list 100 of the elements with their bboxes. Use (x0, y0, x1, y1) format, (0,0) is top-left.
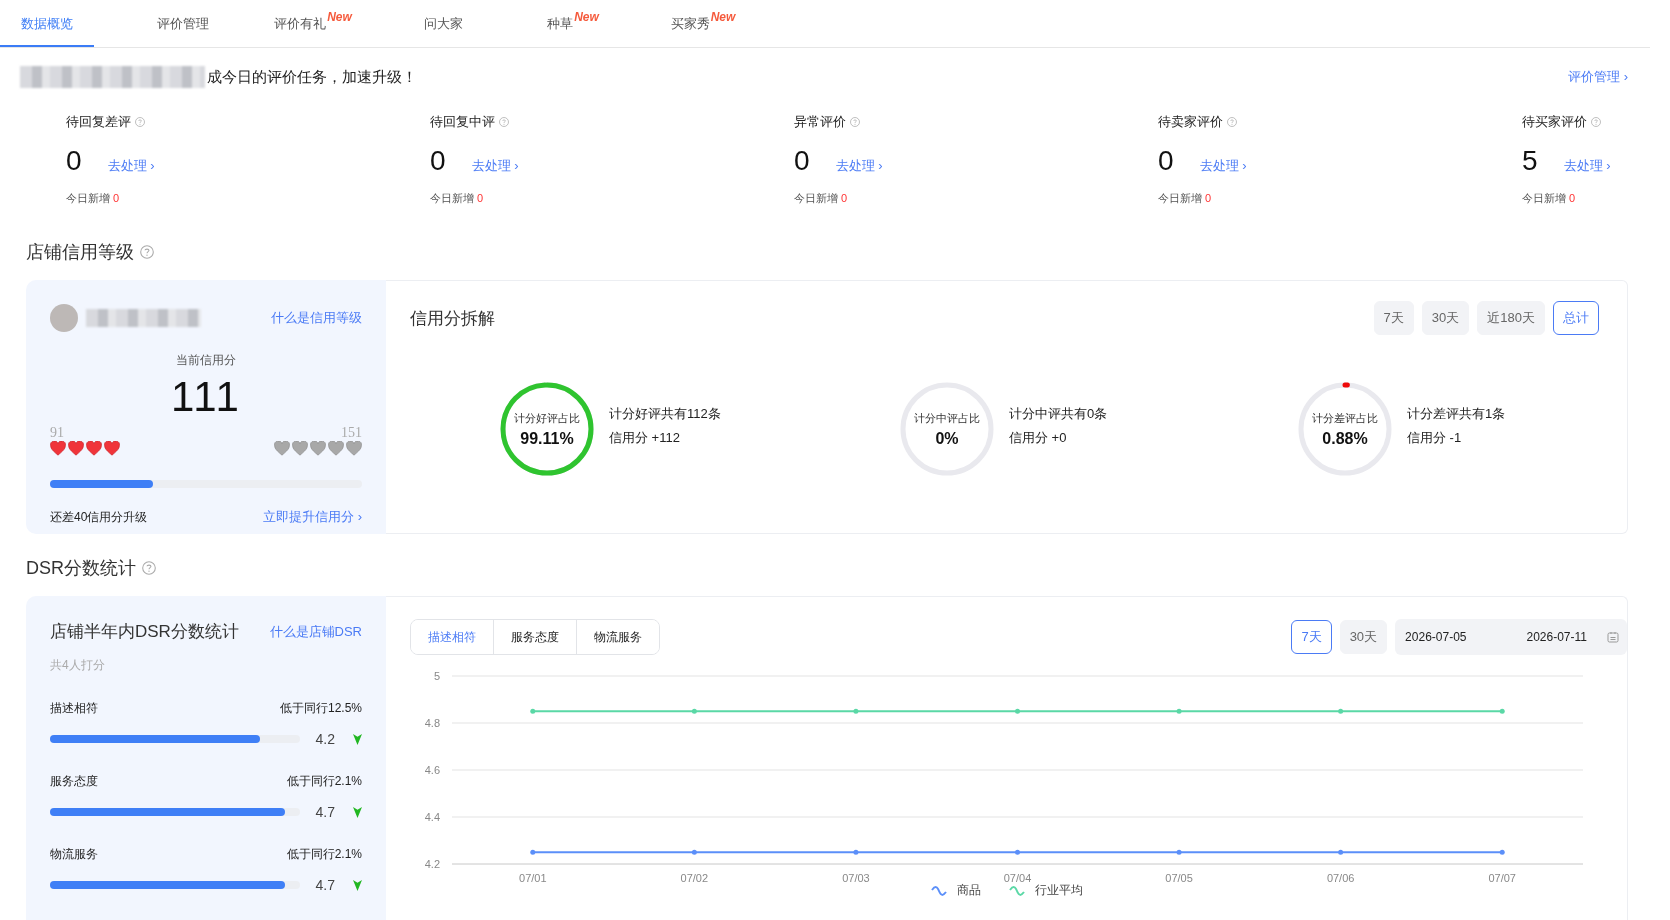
today-label: 今日新增 (66, 192, 110, 204)
help-icon[interactable] (499, 117, 509, 127)
x-tick-label: 07/04 (1003, 872, 1032, 884)
help-icon[interactable] (142, 561, 156, 575)
today-value: 0 (477, 192, 484, 204)
dsr-name: 物流服务 (50, 846, 98, 863)
legend-label: 行业平均 (1034, 882, 1083, 899)
ring-label: 计分中评占比 (914, 410, 980, 426)
nav-tab[interactable]: 数据概览 (0, 0, 94, 47)
range-button[interactable]: 30天 (1421, 301, 1470, 335)
card-title: 店铺半年内DSR分数统计 (50, 621, 239, 643)
score-text: 信用分 -1 (1407, 429, 1463, 447)
shop-avatar (50, 304, 78, 332)
upgrade-hint: 还差40信用分升级 (50, 508, 148, 526)
stat-value: 0 (66, 145, 82, 177)
heart-icon (346, 441, 362, 456)
ring-percent: 0% (935, 429, 959, 448)
stat-label: 待买家评价 (1522, 113, 1587, 131)
dsr-name: 描述相符 (50, 700, 98, 717)
process-link[interactable]: 去处理 › (107, 157, 155, 175)
dsr-info-link[interactable]: 什么是店铺DSR (269, 622, 362, 641)
range-button[interactable]: 7天 (1373, 301, 1414, 335)
level-value: 151 (341, 425, 362, 441)
legend-wave-icon (930, 885, 947, 896)
stat-label: 异常评价 (794, 113, 846, 131)
peer-compare: 低于同行2.1% (286, 773, 362, 790)
dsr-score: 4.2 (315, 731, 335, 747)
y-tick-label: 4.6 (424, 764, 440, 776)
help-icon[interactable] (1591, 117, 1601, 127)
calendar-icon (1607, 631, 1619, 643)
ring-percent: 99.11% (520, 429, 574, 448)
help-icon[interactable] (1227, 117, 1237, 127)
section-title: 店铺信用等级 (26, 241, 134, 264)
range-button[interactable]: 近180天 (1477, 301, 1545, 335)
panel-title: 信用分拆解 (410, 307, 495, 330)
ring-label: 计分好评占比 (514, 410, 580, 426)
today-label: 今日新增 (794, 192, 838, 204)
count-text: 计分好评共有112条 (609, 405, 721, 423)
legend-label: 商品 (956, 882, 981, 899)
x-tick-label: 07/03 (842, 872, 870, 884)
nav-tab[interactable]: 评价管理 (118, 0, 248, 47)
y-tick-label: 4.8 (424, 717, 440, 729)
peer-compare: 低于同行12.5% (279, 700, 362, 717)
today-value: 0 (1205, 192, 1212, 204)
ring-percent: 0.88% (1322, 429, 1368, 448)
score-text: 信用分 +112 (609, 429, 681, 447)
range-button[interactable]: 7天 (1291, 620, 1332, 654)
section-title: DSR分数统计 (26, 557, 136, 580)
today-value: 0 (841, 192, 848, 204)
help-icon[interactable] (850, 117, 860, 127)
heart-icon (328, 441, 344, 456)
today-label: 今日新增 (1522, 192, 1566, 204)
stat-value: 5 (1522, 145, 1538, 177)
heart-icon (86, 441, 102, 456)
process-link[interactable]: 去处理 › (471, 157, 519, 175)
boost-credit-link[interactable]: 立即提升信用分 › (263, 508, 362, 526)
today-label: 今日新增 (430, 192, 474, 204)
stat-label: 待回复差评 (66, 113, 131, 131)
process-link[interactable]: 去处理 › (1563, 157, 1611, 175)
today-value: 0 (113, 192, 120, 204)
x-tick-label: 07/02 (680, 872, 709, 884)
credit-score: 111 (170, 373, 242, 421)
range-button[interactable]: 总计 (1553, 301, 1599, 335)
stat-label: 待卖家评价 (1158, 113, 1223, 131)
score-label: 当前信用分 (175, 352, 237, 369)
stat-value: 0 (430, 145, 446, 177)
legend-wave-icon (1008, 885, 1025, 896)
today-value: 0 (1569, 192, 1576, 204)
count-text: 计分中评共有0条 (1009, 405, 1108, 423)
today-label: 今日新增 (1158, 192, 1202, 204)
y-tick-label: 4.2 (424, 858, 440, 870)
process-link[interactable]: 去处理 › (835, 157, 883, 175)
stat-label: 待回复中评 (430, 113, 495, 131)
date-range-picker[interactable]: 2026-07-05 2026-07-11 (1395, 619, 1627, 655)
heart-icon (68, 441, 84, 456)
nav-tab[interactable]: 问大家 (378, 0, 508, 47)
dsr-name: 服务态度 (50, 773, 98, 790)
heart-icon (50, 441, 66, 456)
heart-icon (274, 441, 290, 456)
stat-value: 0 (794, 145, 810, 177)
count-text: 计分差评共有1条 (1407, 405, 1506, 423)
heart-icon (292, 441, 308, 456)
heart-icon (310, 441, 326, 456)
score-text: 信用分 +0 (1009, 429, 1068, 447)
peer-compare: 低于同行2.1% (286, 846, 362, 863)
x-tick-label: 07/07 (1488, 872, 1516, 884)
credit-level-link[interactable]: 什么是信用等级 (271, 309, 362, 327)
dsr-score: 4.7 (315, 877, 335, 893)
heart-icon (104, 441, 120, 456)
level-value: 91 (50, 425, 65, 441)
metric-tab[interactable]: 描述相符 (411, 620, 494, 654)
raters-count: 共4人打分 (50, 657, 106, 674)
process-link[interactable]: 去处理 › (1199, 157, 1247, 175)
y-tick-label: 4.4 (424, 811, 440, 823)
range-button[interactable]: 30天 (1339, 620, 1388, 654)
x-tick-label: 07/05 (1165, 872, 1193, 884)
review-manage-link[interactable]: 评价管理 › (1568, 68, 1628, 86)
help-icon[interactable] (140, 245, 154, 259)
ring-label: 计分差评占比 (1312, 410, 1378, 426)
help-icon[interactable] (135, 117, 145, 127)
